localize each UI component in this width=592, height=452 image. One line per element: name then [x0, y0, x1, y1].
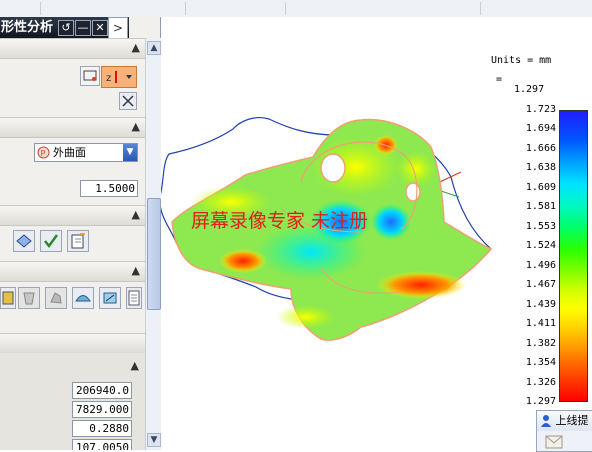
- cup-icon[interactable]: [18, 287, 40, 309]
- scale-tick-label: 1.326: [525, 376, 556, 388]
- result-field-2[interactable]: 7829.000: [72, 401, 132, 418]
- axis-dropdown-icon[interactable]: z: [101, 66, 137, 88]
- color-scale-bar: [559, 110, 588, 402]
- message-icon: [545, 435, 563, 449]
- svg-text:P: P: [41, 149, 46, 158]
- notification-title: 上线提: [537, 411, 592, 431]
- toolbar-separator: [185, 2, 186, 15]
- check-icon[interactable]: [40, 230, 62, 252]
- result-field-3[interactable]: 0.2880: [72, 420, 132, 437]
- section-header-2[interactable]: ▲: [0, 117, 145, 138]
- section-header-3[interactable]: ▲: [0, 205, 145, 226]
- notification-title-text: 上线提: [555, 414, 589, 427]
- panel-scrollbar[interactable]: ▲ ▼: [145, 38, 161, 450]
- scale-tick-label: 1.694: [525, 123, 556, 135]
- shell-icon[interactable]: [72, 287, 94, 309]
- scale-tick-label: 1.382: [525, 337, 556, 349]
- edit-sheet-icon[interactable]: [67, 230, 89, 252]
- scroll-down-icon[interactable]: ▼: [147, 433, 161, 447]
- display-icon[interactable]: [80, 66, 100, 86]
- section-header-4[interactable]: ▲: [0, 261, 145, 282]
- scale-tick-label: 1.723: [525, 104, 556, 115]
- scroll-thumb[interactable]: [147, 198, 161, 310]
- boss-hole: [320, 153, 346, 183]
- units-text: Units = mm: [491, 55, 552, 66]
- svg-text:z: z: [106, 73, 111, 84]
- surface-analysis-icon[interactable]: [13, 230, 35, 252]
- watermark-text: 屏幕录像专家 未注册: [191, 210, 369, 232]
- collapse-icon: ▲: [130, 359, 139, 372]
- scale-tick-label: 1.581: [525, 201, 556, 213]
- collapse-icon: ▲: [131, 120, 140, 133]
- scale-tick-label: 1.297: [525, 396, 556, 407]
- units-separator: =: [496, 74, 503, 85]
- scale-tick-label: 1.553: [525, 220, 556, 232]
- scale-tick-label: 1.354: [525, 357, 556, 369]
- scale-tick-label: 1.467: [525, 279, 556, 291]
- boss-hole: [405, 182, 421, 202]
- minimize-button[interactable]: —: [75, 20, 91, 36]
- section-header-5[interactable]: [0, 333, 145, 354]
- collapse-icon: ▲: [131, 208, 140, 221]
- result-field-1[interactable]: 206940.0: [72, 382, 132, 399]
- panel-title-text: 形性分析: [1, 20, 54, 35]
- list-icon[interactable]: [126, 287, 142, 309]
- scale-tick-label: 1.609: [525, 181, 556, 193]
- toolbar-separator: [480, 2, 481, 15]
- units-label: Units = mm: [491, 55, 551, 66]
- color-map-icon[interactable]: [0, 287, 16, 309]
- notification-popup[interactable]: 上线提: [536, 410, 592, 452]
- refresh-button[interactable]: ↺: [58, 20, 74, 36]
- graphics-view[interactable]: Units = mm = 1.297 1.723 1.694 1.666 1.638 1…: [161, 17, 592, 450]
- measure-icon[interactable]: [99, 287, 121, 309]
- surface-select-value: 外曲面: [53, 146, 86, 159]
- scale-tick-label: 1.666: [525, 142, 556, 154]
- collapse-icon: ▲: [131, 41, 140, 54]
- hand-icon[interactable]: [45, 287, 67, 309]
- transform-icon[interactable]: [119, 92, 137, 110]
- scale-tick-label: 1.524: [525, 240, 556, 252]
- tolerance-field[interactable]: 1.5000: [80, 180, 138, 197]
- collapse-icon: ▲: [131, 264, 140, 277]
- panel-expand-arrow[interactable]: >: [108, 17, 128, 40]
- chevron-down-icon[interactable]: ▼: [123, 144, 137, 161]
- scale-tick-label: 1.496: [525, 259, 556, 271]
- toolbar-separator: [285, 2, 286, 15]
- analysis-panel: 形性分析 ↺ — ✕ > ▲ z ▲ P 外曲面 ▼ 1.5000 ▲ ▲ ▲ …: [0, 17, 161, 450]
- scroll-up-icon[interactable]: ▲: [147, 41, 161, 55]
- scale-tick-label: 1.411: [525, 318, 556, 330]
- units-top-value: 1.297: [514, 84, 545, 95]
- result-field-4[interactable]: 107.0050: [72, 439, 132, 450]
- scale-tick-label: 1.638: [525, 162, 556, 174]
- close-button[interactable]: ✕: [92, 20, 108, 36]
- toolbar-separator: [40, 2, 41, 15]
- top-toolbar-strip: [0, 0, 592, 18]
- section-header-1[interactable]: ▲: [0, 38, 145, 59]
- surface-select[interactable]: P 外曲面 ▼: [34, 143, 138, 162]
- scale-tick-label: 1.439: [525, 298, 556, 310]
